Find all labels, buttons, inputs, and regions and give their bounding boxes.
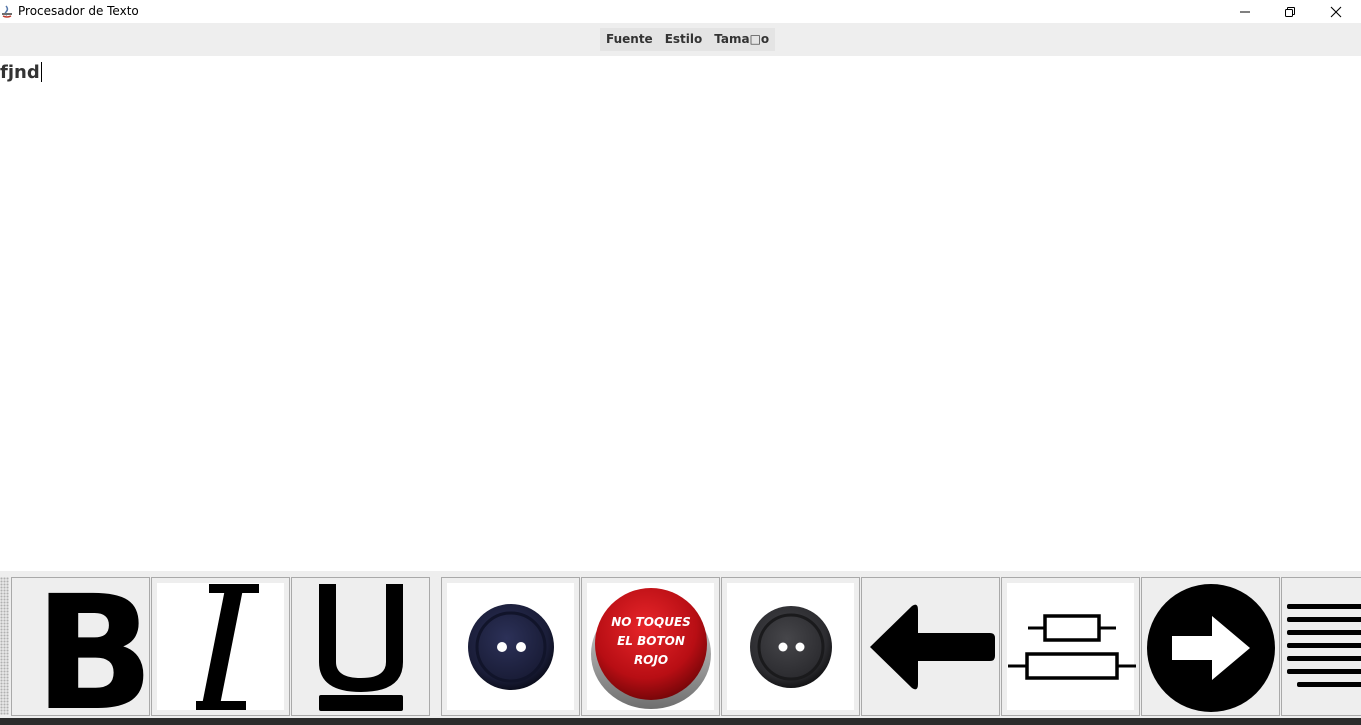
align-right-button[interactable] [1141,577,1280,716]
minimize-button[interactable] [1222,0,1268,23]
menu-tamano[interactable]: Tama□o [708,28,775,51]
align-left-button[interactable] [861,577,1000,716]
underline-U-icon [319,584,403,711]
toolbar-grip[interactable] [0,577,9,715]
left-arrow-icon [870,604,995,690]
center-align-icon [1008,614,1136,680]
red-button-line-1: NO TOQUES [611,615,691,629]
java-app-icon [1,4,13,18]
text-editor[interactable]: fjnd [0,56,1361,571]
menu-group: Fuente Estilo Tama□o [600,28,776,51]
justify-lines-icon [1287,604,1361,687]
close-button[interactable] [1313,0,1359,23]
black-color-button[interactable] [721,577,860,716]
minimize-icon [1240,11,1250,12]
black-sewing-button-icon [750,606,832,688]
menu-estilo[interactable]: Estilo [659,28,709,51]
bold-button[interactable]: B [11,577,150,716]
justify-button[interactable] [1281,577,1361,716]
editor-text: fjnd [0,62,40,83]
red-button-line-2: EL BOTON [617,634,685,648]
navy-sewing-button-icon [468,604,554,690]
red-button[interactable]: NO TOQUES EL BOTON ROJO [581,577,720,716]
title-bar: Procesador de Texto [0,0,1361,23]
italic-button[interactable] [151,577,290,716]
close-icon [1330,6,1342,17]
menu-fuente[interactable]: Fuente [600,28,659,51]
editor-content: fjnd [0,62,42,83]
red-push-button-icon: NO TOQUES EL BOTON ROJO [591,588,711,709]
italic-I-icon [196,584,259,710]
maximize-button[interactable] [1267,0,1313,23]
restore-icon [1285,6,1295,17]
red-button-line-3: ROJO [634,653,668,667]
text-caret [40,62,42,82]
format-toolbar: B NO TOQUES EL BOTON ROJO [0,571,1361,718]
navy-color-button[interactable] [441,577,580,716]
window-title: Procesador de Texto [18,4,139,18]
right-arrow-circle-icon [1147,584,1275,712]
taskbar-edge [0,718,1361,725]
underline-button[interactable] [291,577,430,716]
svg-text:B: B [34,578,150,716]
menu-bar: Fuente Estilo Tama□o [0,23,1361,56]
bold-B-icon: B [34,578,150,716]
align-center-button[interactable] [1001,577,1140,716]
